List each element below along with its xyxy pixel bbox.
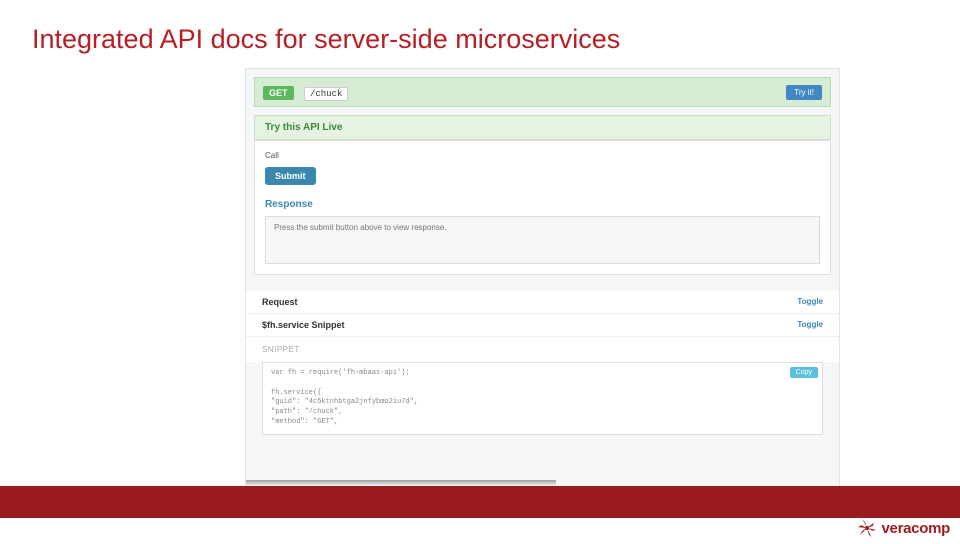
api-docs-panel: GET /chuck Try it! Try this API Live Cal…	[245, 68, 840, 496]
request-section-row[interactable]: Request Toggle	[246, 291, 839, 314]
snippet-label: $fh.service Snippet	[262, 320, 345, 330]
tryit-button[interactable]: Try it!	[786, 85, 822, 100]
call-label: Call	[265, 151, 820, 160]
slide-title: Integrated API docs for server-side micr…	[0, 0, 960, 55]
request-toggle[interactable]: Toggle	[797, 297, 823, 307]
code-line: "path": "/chuck",	[271, 408, 814, 418]
submit-button[interactable]: Submit	[265, 167, 316, 185]
snippet-caption: SNIPPET	[246, 337, 839, 362]
brand-logo-icon	[856, 517, 878, 539]
endpoint-header[interactable]: GET /chuck Try it!	[254, 77, 831, 107]
brand: veracomp	[856, 516, 950, 540]
try-live-header: Try this API Live	[254, 115, 831, 140]
copy-button[interactable]: Copy	[790, 367, 818, 378]
footer-bar	[0, 486, 960, 518]
brand-text: veracomp	[882, 520, 950, 537]
snippet-section-row[interactable]: $fh.service Snippet Toggle	[246, 314, 839, 337]
endpoint-path: /chuck	[304, 87, 348, 101]
code-snippet: Copy var fh = require('fh-mbaas-api'); f…	[262, 362, 823, 435]
method-badge: GET	[263, 86, 294, 100]
code-line: fh.service({	[271, 389, 814, 399]
request-label: Request	[262, 297, 298, 307]
code-line: var fh = require('fh-mbaas-api');	[271, 369, 814, 379]
response-label: Response	[265, 199, 820, 210]
code-line: "method": "GET",	[271, 418, 814, 428]
response-output: Press the submit button above to view re…	[265, 216, 820, 264]
code-line: "guid": "4c5ktnhbtga2jnfybmo2iu7d",	[271, 398, 814, 408]
try-live-body: Call Submit Response Press the submit bu…	[254, 140, 831, 275]
snippet-toggle[interactable]: Toggle	[797, 320, 823, 330]
